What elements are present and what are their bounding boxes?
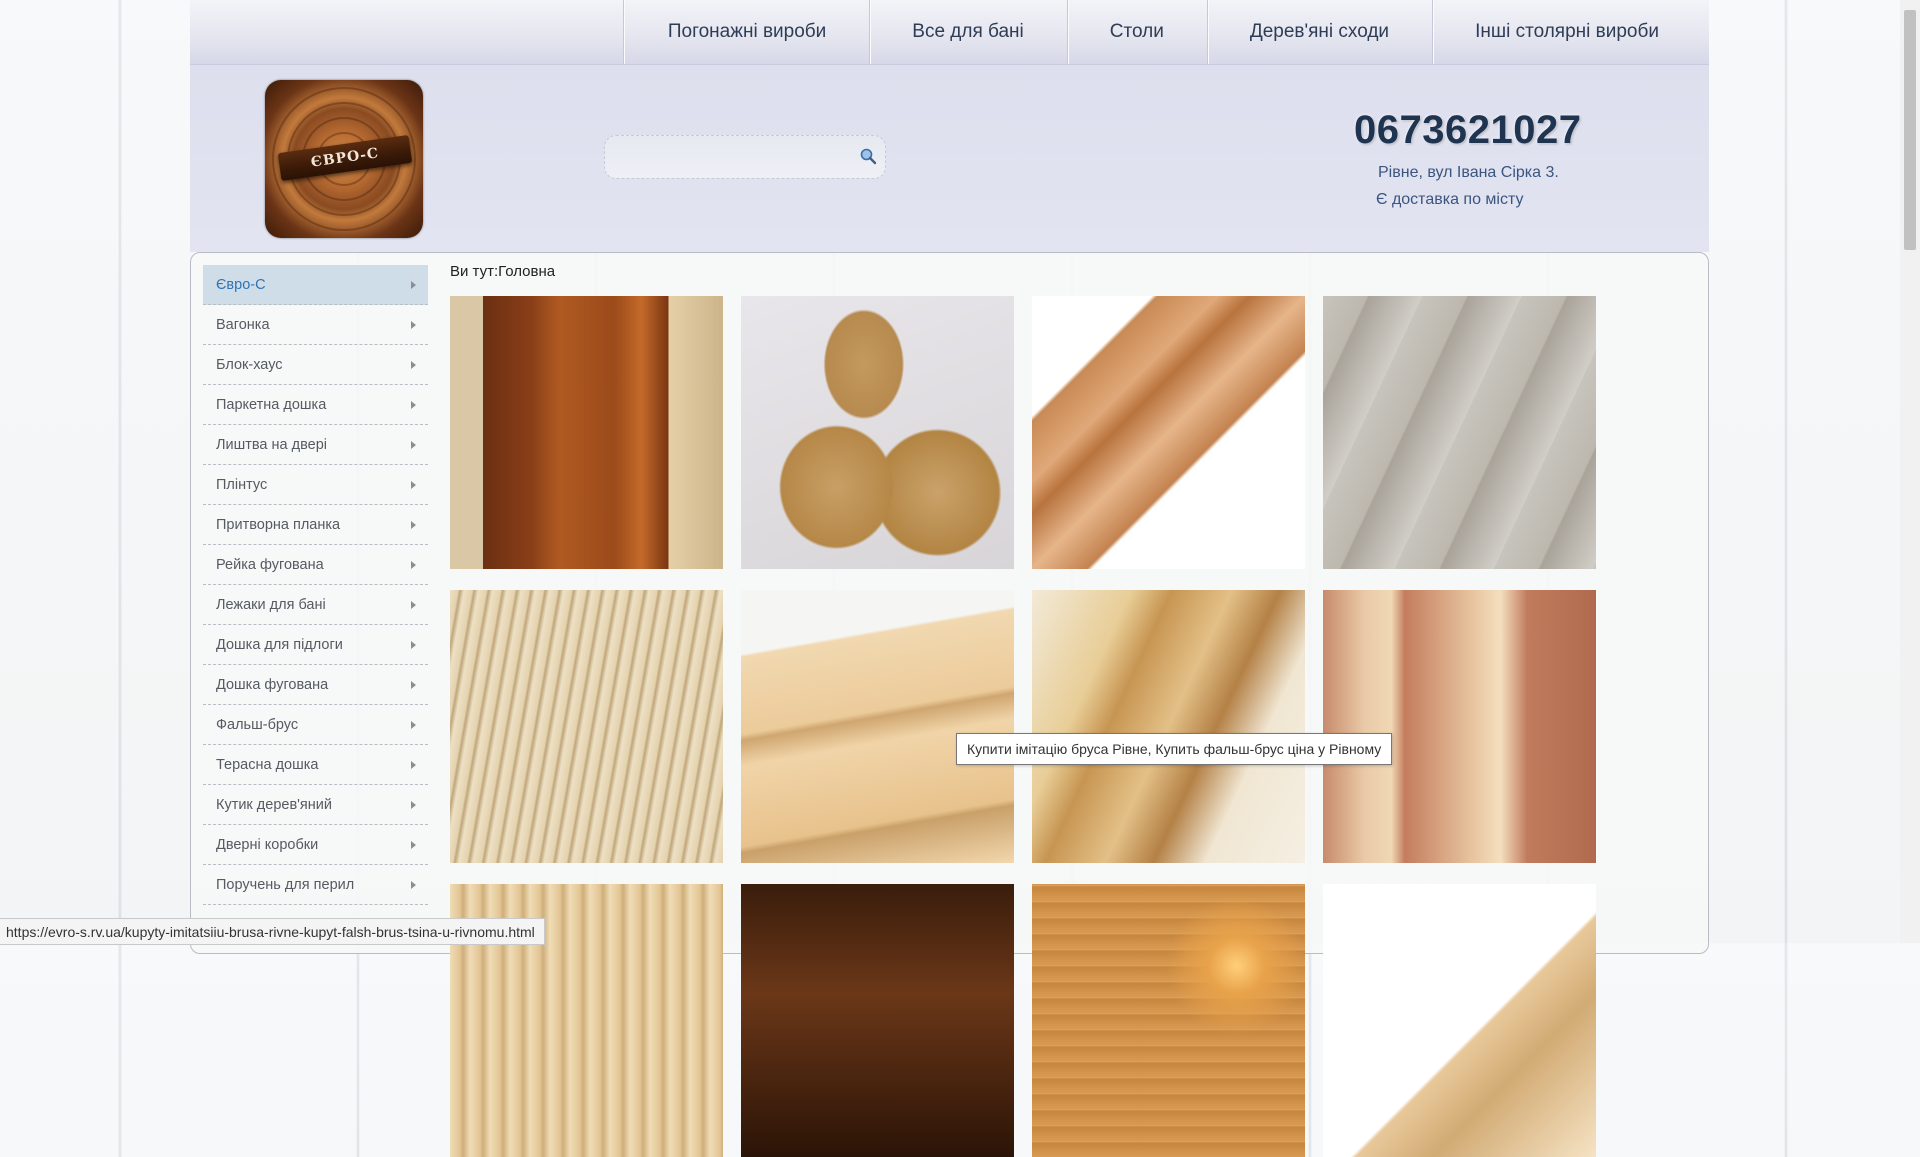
address-text: Рівне, вул Івана Сірка 3. [1378, 164, 1559, 181]
parquet-board-photo[interactable] [1323, 296, 1596, 569]
sidebar-item[interactable]: Дверні коробки [203, 825, 428, 865]
status-bar-url: https://evro-s.rv.ua/kupyty-imitatsiiu-b… [0, 918, 545, 945]
content-panel: Євро-С Вагонка Блок-хаус Паркетна дошка Лишт… [190, 252, 1709, 1157]
chevron-right-icon [411, 880, 416, 889]
sidebar-item-label: Блок-хаус [216, 356, 283, 373]
sidebar-item-label: Паркетна дошка [216, 396, 327, 413]
search-input[interactable] [615, 136, 849, 178]
category-sidebar: Євро-С Вагонка Блок-хаус Паркетна дошка Лишт… [203, 265, 428, 905]
nav-item[interactable]: Дерев'яні сходи [1206, 0, 1432, 64]
breadcrumb: Ви тут:Головна [450, 263, 556, 280]
chevron-right-icon [411, 400, 416, 409]
sidebar-item-label: Притворна планка [216, 516, 341, 533]
sidebar-item[interactable]: Поручень для перил [203, 865, 428, 905]
sidebar-item[interactable]: Фальш-брус [203, 705, 428, 745]
sidebar-item-label: Фальш-брус [216, 716, 299, 733]
sidebar-item-label: Лиштва на двері [216, 436, 327, 453]
sidebar-item[interactable]: Паркетна дошка [203, 385, 428, 425]
top-navigation: Погонажні вироби Все для бані Столи Дерев'я… [190, 0, 1709, 65]
delivery-text: Є доставка по місту [1376, 191, 1524, 208]
wooden-slat-photo[interactable] [1323, 590, 1596, 863]
floor-board-stack-photo[interactable] [450, 590, 723, 863]
sidebar-item[interactable]: Вагонка [203, 305, 428, 345]
scrollbar-thumb[interactable] [1904, 10, 1916, 250]
search-box [604, 135, 886, 179]
chevron-right-icon [411, 680, 416, 689]
chevron-right-icon [411, 280, 416, 289]
chevron-right-icon [411, 840, 416, 849]
sidebar-item-label: Вагонка [216, 316, 270, 333]
sidebar-item[interactable]: Євро-С [203, 265, 428, 305]
chevron-right-icon [411, 520, 416, 529]
sidebar-item[interactable]: Терасна дошка [203, 745, 428, 785]
dark-wood-photo[interactable] [741, 884, 1014, 1157]
chevron-right-icon [411, 720, 416, 729]
planed-board-photo[interactable] [741, 590, 1014, 863]
nav-item[interactable]: Все для бані [869, 0, 1067, 64]
sidebar-item-label: Євро-С [216, 276, 266, 293]
handrail-profile-photo[interactable] [741, 296, 1014, 569]
page-container: Погонажні вироби Все для бані Столи Дерев'я… [190, 0, 1709, 1157]
nav-item[interactable]: Інші столярні вироби [1432, 0, 1709, 64]
sidebar-item[interactable]: Рейка фугована [203, 545, 428, 585]
sidebar-item-label: Дверні коробки [216, 836, 319, 853]
sidebar-item-label: Терасна дошка [216, 756, 319, 773]
wooden-corner-photo[interactable] [1032, 296, 1305, 569]
chevron-right-icon [411, 440, 416, 449]
sidebar-item-label: Рейка фугована [216, 556, 324, 573]
chevron-right-icon [411, 560, 416, 569]
sidebar-item-label: Лежаки для бані [216, 596, 326, 613]
chevron-right-icon [411, 760, 416, 769]
chevron-right-icon [411, 480, 416, 489]
chevron-right-icon [411, 640, 416, 649]
false-beam-photo[interactable] [1032, 590, 1305, 863]
sidebar-item[interactable]: Плінтус [203, 465, 428, 505]
chevron-right-icon [411, 800, 416, 809]
sidebar-item-label: Плінтус [216, 476, 268, 493]
nav-item[interactable]: Погонажні вироби [622, 0, 869, 64]
phone-number: 0673621027 [1354, 108, 1582, 152]
nav-item[interactable]: Столи [1066, 0, 1207, 64]
sidebar-item-label: Дошка для підлоги [216, 636, 343, 653]
sidebar-item[interactable]: Лежаки для бані [203, 585, 428, 625]
staircase-photo[interactable] [450, 296, 723, 569]
page-scrollbar[interactable] [1900, 0, 1920, 943]
sidebar-item-label: Дошка фугована [216, 676, 329, 693]
sidebar-item-label: Поручень для перил [216, 876, 355, 893]
chevron-right-icon [411, 360, 416, 369]
chevron-right-icon [411, 600, 416, 609]
skirting-photo[interactable] [1323, 884, 1596, 1157]
site-logo[interactable]: ЄВРО-С [265, 80, 423, 238]
chevron-right-icon [411, 320, 416, 329]
search-icon[interactable] [859, 147, 877, 165]
sauna-interior-photo[interactable] [1032, 884, 1305, 1157]
sidebar-item[interactable]: Притворна планка [203, 505, 428, 545]
sidebar-item[interactable]: Дошка фугована [203, 665, 428, 705]
sidebar-item[interactable]: Дошка для підлоги [203, 625, 428, 665]
sidebar-item[interactable]: Кутик дерев'яний [203, 785, 428, 825]
sidebar-item[interactable]: Блок-хаус [203, 345, 428, 385]
sidebar-item[interactable]: Лиштва на двері [203, 425, 428, 465]
site-header: ЄВРО-С 0673621027 Рівне, вул Івана Сірка… [190, 65, 1709, 252]
sidebar-item-label: Кутик дерев'яний [216, 796, 332, 813]
tooltip: Купити імітацію бруса Рівне, Купить фаль… [956, 733, 1393, 765]
